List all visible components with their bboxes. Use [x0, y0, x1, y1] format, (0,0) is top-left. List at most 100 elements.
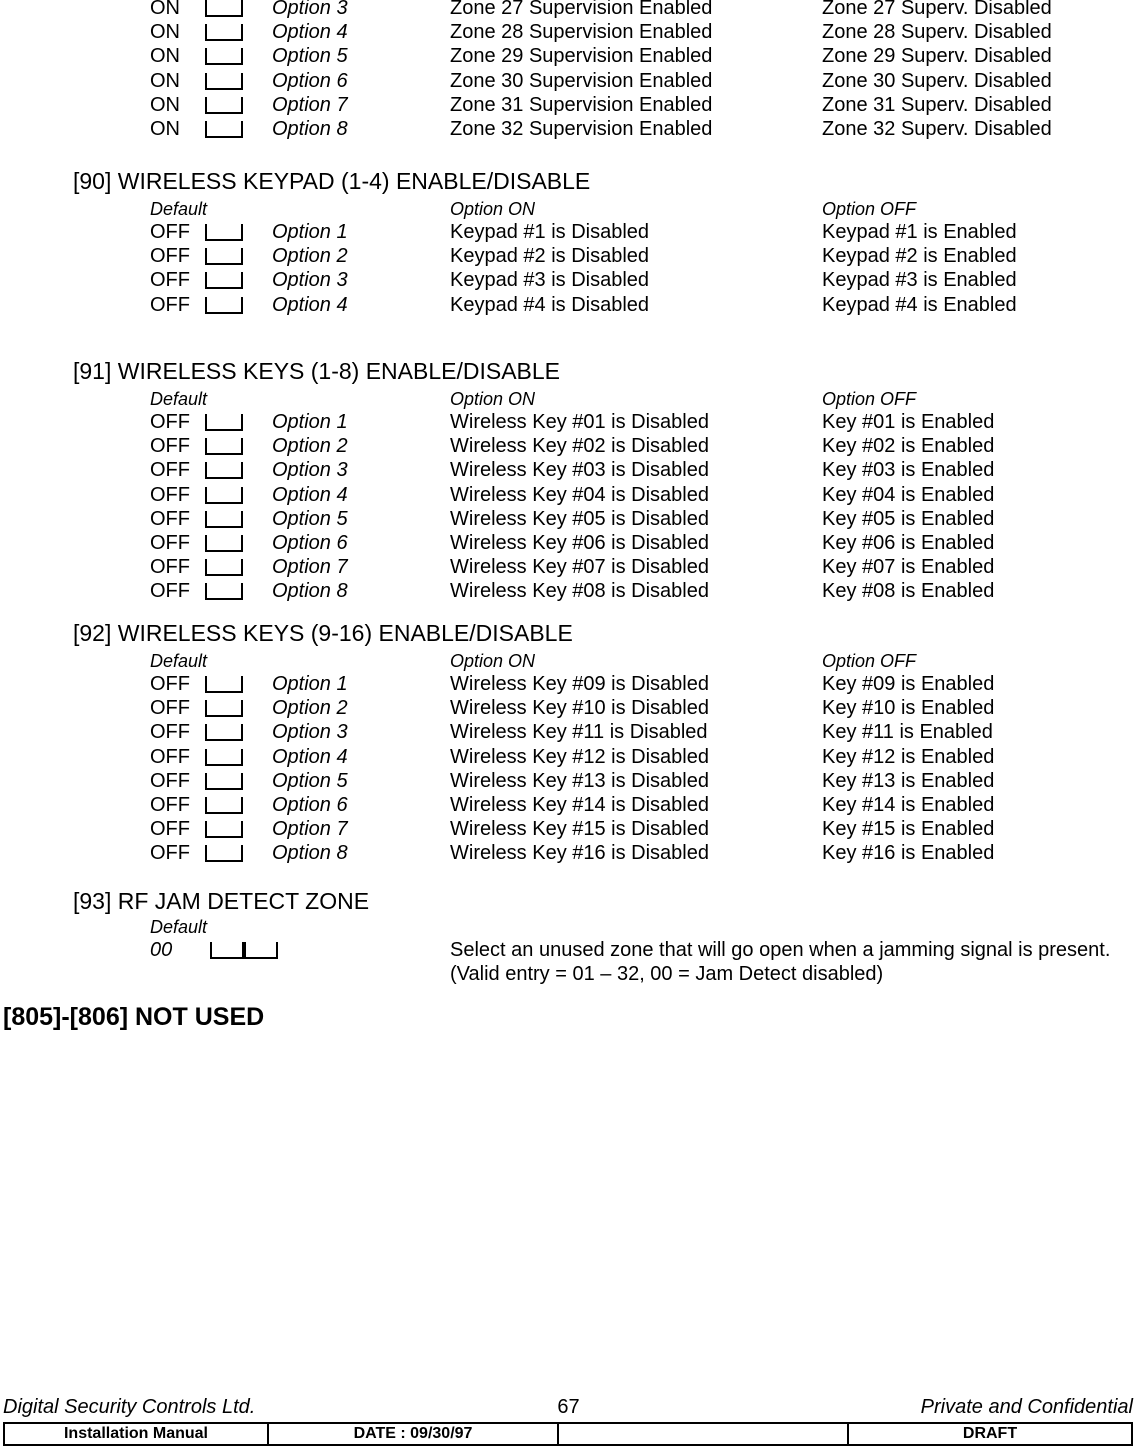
option-default-value: OFF: [150, 221, 190, 243]
option-checkbox[interactable]: [205, 672, 243, 696]
option-checkbox[interactable]: [205, 293, 243, 317]
option-off-description: Key #15 is Enabled: [822, 818, 995, 841]
option-row: OFF Option 1 Keypad #1 is Disabled Keypad #…: [0, 220, 1137, 244]
option-on-description: Wireless Key #15 is Disabled: [450, 818, 709, 841]
option-row: ON Option 7 Zone 31 Supervision Enabled Zon…: [0, 93, 1137, 117]
option-label: Option 4: [272, 483, 348, 506]
option-default-value: ON: [150, 69, 180, 92]
option-checkbox[interactable]: [205, 579, 243, 603]
option-off-description: Keypad #1 is Enabled: [822, 221, 1017, 243]
option-label: Option 2: [272, 245, 348, 268]
option-checkbox[interactable]: [205, 841, 243, 865]
option-on-description: Wireless Key #05 is Disabled: [450, 507, 709, 530]
header-option-off: Option OFF: [822, 389, 917, 409]
option-default-value: OFF: [150, 769, 190, 792]
option-on-description: Keypad #3 is Disabled: [450, 269, 650, 292]
option-row: OFF Option 3 Keypad #3 is Disabled Keypad #…: [0, 268, 1137, 292]
option-checkbox[interactable]: [205, 531, 243, 555]
option-label: Option 2: [272, 697, 348, 720]
option-off-description: Keypad #4 is Enabled: [822, 293, 1017, 316]
option-checkbox[interactable]: [205, 117, 243, 141]
option-label: Option 1: [272, 221, 348, 243]
option-checkbox[interactable]: [205, 720, 243, 744]
option-label: Option 4: [272, 745, 348, 768]
option-label: Option 3: [272, 269, 348, 292]
option-checkbox[interactable]: [205, 483, 243, 507]
option-checkbox[interactable]: [205, 220, 243, 244]
option-row: OFF Option 4 Keypad #4 is Disabled Keypad #…: [0, 293, 1137, 317]
option-checkbox[interactable]: [205, 434, 243, 458]
column-header-row: Default Option ON Option OFF: [0, 388, 1137, 410]
option-off-description: Keypad #2 is Enabled: [822, 245, 1017, 268]
option-label: Option 5: [272, 507, 348, 530]
option-default-value: OFF: [150, 293, 190, 316]
jam-description-line-2: (Valid entry = 01 – 32, 00 = Jam Detect …: [450, 963, 884, 986]
option-on-description: Wireless Key #14 is Disabled: [450, 793, 709, 816]
option-off-description: Keypad #3 is Enabled: [822, 269, 1017, 292]
option-off-description: Zone 28 Superv. Disabled: [822, 21, 1052, 44]
option-row: OFF Option 3 Wireless Key #11 is Disabled K…: [0, 720, 1137, 744]
option-checkbox[interactable]: [205, 769, 243, 793]
option-on-description: Keypad #1 is Disabled: [450, 221, 650, 243]
jam-description-line-1: Select an unused zone that will go open …: [450, 939, 1111, 961]
option-checkbox[interactable]: [205, 93, 243, 117]
option-default-value: ON: [150, 117, 180, 140]
option-default-value: ON: [150, 21, 180, 44]
footer-cell-manual: Installation Manual: [5, 1424, 269, 1444]
section-title: [90] WIRELESS KEYPAD (1-4) ENABLE/DISABL…: [73, 168, 591, 194]
option-default-value: OFF: [150, 507, 190, 530]
jam-default-value: 00: [150, 939, 173, 961]
option-default-value: OFF: [150, 673, 190, 695]
section-rows: Default Option ON Option OFF OFF Option 1 Key…: [0, 198, 1137, 317]
option-checkbox[interactable]: [205, 69, 243, 93]
footer-confidential: Private and Confidential: [920, 1396, 1133, 1418]
option-on-description: Wireless Key #16 is Disabled: [450, 842, 709, 865]
option-checkbox[interactable]: [205, 507, 243, 531]
option-label: Option 1: [272, 411, 348, 433]
option-row: OFF Option 1 Wireless Key #09 is Disabled K…: [0, 672, 1137, 696]
option-off-description: Zone 29 Superv. Disabled: [822, 45, 1052, 68]
option-checkbox[interactable]: [205, 20, 243, 44]
option-checkbox[interactable]: [205, 555, 243, 579]
option-label: Option 3: [272, 721, 348, 744]
option-checkbox[interactable]: [205, 745, 243, 769]
option-off-description: Key #02 is Enabled: [822, 435, 995, 458]
option-label: Option 4: [272, 21, 348, 44]
section-title: [93] RF JAM DETECT ZONE: [73, 888, 370, 914]
option-checkbox[interactable]: [205, 268, 243, 292]
option-checkbox[interactable]: [205, 817, 243, 841]
option-label: Option 7: [272, 93, 348, 116]
option-off-description: Key #06 is Enabled: [822, 531, 995, 554]
option-on-description: Zone 31 Supervision Enabled: [450, 93, 713, 116]
header-default: Default: [150, 389, 208, 409]
option-on-description: Wireless Key #07 is Disabled: [450, 556, 709, 579]
option-label: Option 3: [272, 0, 348, 19]
option-on-description: Wireless Key #11 is Disabled: [450, 721, 708, 744]
option-on-description: Wireless Key #01 is Disabled: [450, 411, 709, 433]
section-title: [91] WIRELESS KEYS (1-8) ENABLE/DISABLE: [73, 358, 561, 384]
option-checkbox[interactable]: [205, 410, 243, 434]
footer-cell-blank: [559, 1424, 849, 1444]
option-checkbox[interactable]: [205, 244, 243, 268]
option-label: Option 7: [272, 818, 348, 841]
option-checkbox[interactable]: [205, 44, 243, 68]
option-off-description: Key #12 is Enabled: [822, 745, 995, 768]
option-label: Option 5: [272, 45, 348, 68]
option-checkbox[interactable]: [205, 458, 243, 482]
column-header-row: Default Option ON Option OFF: [0, 650, 1137, 672]
footer-table: Installation Manual DATE : 09/30/97 DRAF…: [3, 1422, 1133, 1446]
option-checkbox[interactable]: [205, 793, 243, 817]
option-off-description: Key #09 is Enabled: [822, 673, 995, 695]
option-off-description: Key #16 is Enabled: [822, 842, 995, 865]
header-option-off: Option OFF: [822, 199, 917, 219]
option-label: Option 4: [272, 293, 348, 316]
jam-default-value-row: 00 Select an unused zone that will go op…: [0, 938, 1137, 962]
option-checkbox[interactable]: [205, 696, 243, 720]
option-on-description: Wireless Key #09 is Disabled: [450, 673, 709, 695]
jam-zone-entry-box[interactable]: [210, 938, 278, 962]
option-label: Option 3: [272, 459, 348, 482]
header-default: Default: [150, 651, 208, 671]
option-checkbox[interactable]: [205, 0, 243, 20]
option-off-description: Key #01 is Enabled: [822, 411, 995, 433]
option-off-description: Key #13 is Enabled: [822, 769, 995, 792]
